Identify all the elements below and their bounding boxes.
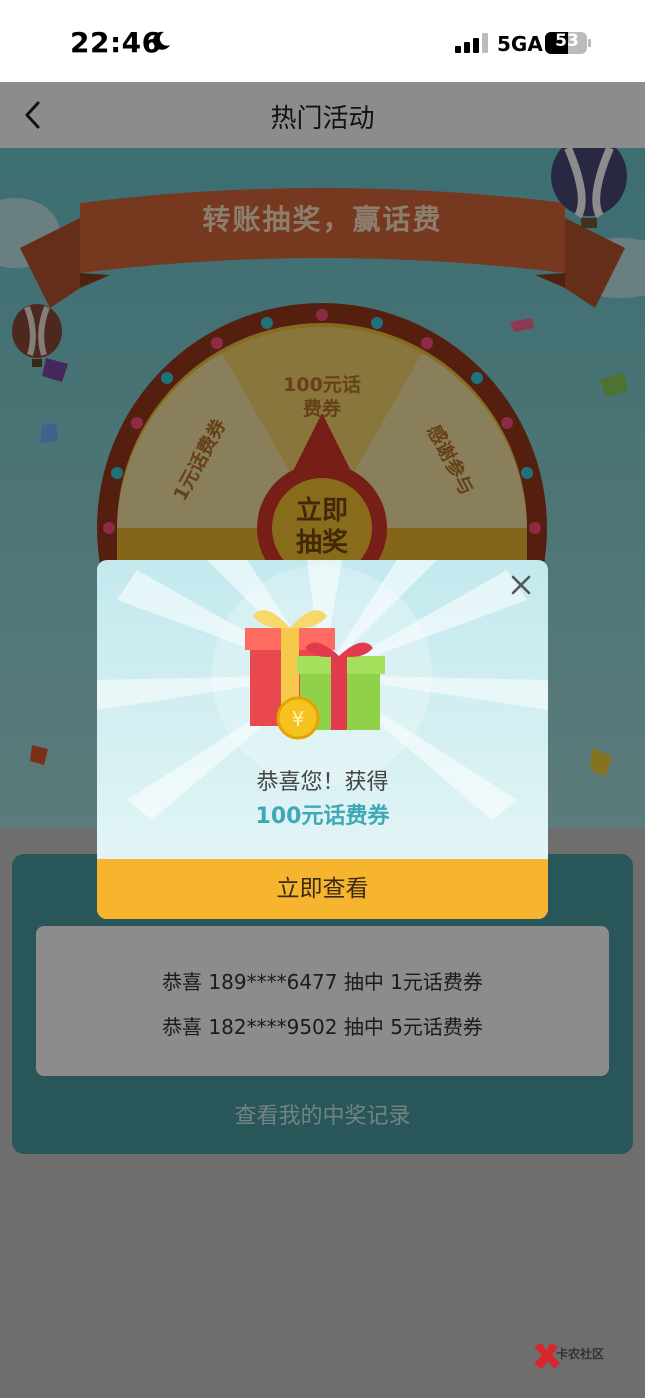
close-icon[interactable] bbox=[509, 573, 533, 597]
network-type: 5GA bbox=[497, 32, 543, 56]
prize-text: 100元话费券 bbox=[255, 804, 390, 829]
watermark-text: 卡农社区 bbox=[556, 1347, 605, 1361]
congrats-text: 恭喜您！获得 bbox=[256, 770, 389, 795]
view-now-button[interactable]: 立即查看 bbox=[97, 859, 548, 919]
status-bar: 22:46 5GA 53 bbox=[0, 0, 645, 82]
moon-icon bbox=[153, 31, 170, 50]
prize-modal: ¥ 恭喜您！获得 100元话费券 立即查看 bbox=[97, 560, 548, 919]
gift-icon: ¥ bbox=[245, 610, 385, 740]
svg-text:¥: ¥ bbox=[292, 707, 305, 731]
signal-icon bbox=[455, 33, 488, 53]
status-time: 22:46 bbox=[70, 26, 162, 59]
battery-level: 53 bbox=[555, 31, 579, 51]
